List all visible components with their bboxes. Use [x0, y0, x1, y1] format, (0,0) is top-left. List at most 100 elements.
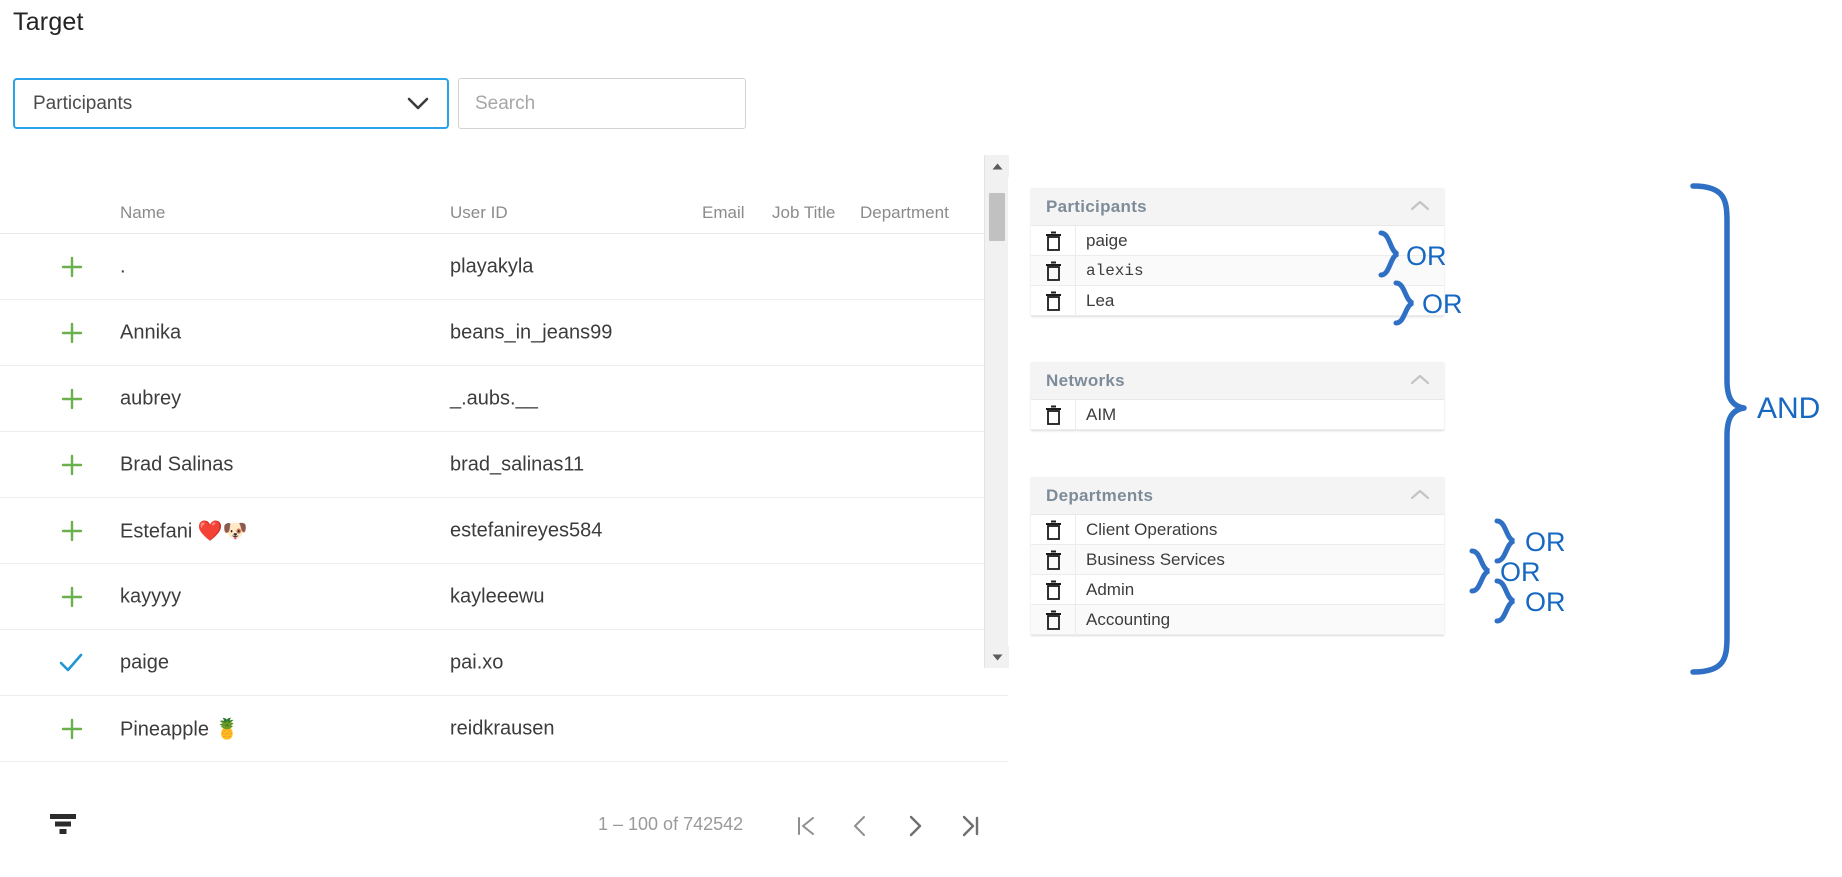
row-user-id: playakyla	[450, 255, 534, 277]
row-name: Pineapple 🍍	[120, 718, 240, 740]
row-name: kayyyy	[120, 585, 182, 607]
or-label: OR	[1500, 557, 1541, 587]
scroll-up-arrow-icon[interactable]	[985, 155, 1009, 177]
add-target-button[interactable]	[60, 387, 84, 411]
panel-title: Departments	[1046, 485, 1154, 505]
row-name: Estefani ❤️🐶	[120, 520, 248, 542]
filter-chip-label: AIM	[1075, 399, 1444, 430]
column-header-user-id[interactable]: User ID	[450, 203, 508, 223]
panel-header[interactable]: Participants	[1031, 188, 1444, 226]
entity-type-select-value: Participants	[33, 92, 133, 114]
trash-icon[interactable]	[1031, 405, 1075, 425]
entity-type-select[interactable]: Participants	[13, 78, 449, 129]
panel-title: Networks	[1046, 370, 1125, 390]
table-header-row: Name User ID Email Job Title Department	[0, 176, 1008, 234]
table-row[interactable]: Estefani ❤️🐶 estefanireyes584	[0, 498, 1008, 564]
or-label: OR	[1525, 527, 1566, 557]
chevron-up-icon[interactable]	[1410, 198, 1430, 216]
filter-chip-row[interactable]: paige	[1031, 225, 1444, 256]
filter-chip-row[interactable]: Business Services	[1031, 544, 1444, 575]
table-row-selected[interactable]: paige pai.xo	[0, 630, 1008, 696]
next-page-icon[interactable]	[895, 806, 935, 846]
add-target-button[interactable]	[60, 321, 84, 345]
row-user-id: kayleeewu	[450, 585, 545, 607]
scroll-down-arrow-icon[interactable]	[985, 646, 1009, 668]
filter-chip-label: Accounting	[1075, 604, 1444, 635]
row-user-id: beans_in_jeans99	[450, 321, 613, 343]
pagination-range-label: 1 – 100 of 742542	[598, 814, 744, 834]
row-name: paige	[120, 651, 169, 673]
add-target-button[interactable]	[60, 717, 84, 741]
and-label: AND	[1757, 392, 1821, 425]
panel-header[interactable]: Departments	[1031, 477, 1444, 515]
table-scrollbar[interactable]	[984, 155, 1009, 668]
results-table: Name User ID Email Job Title Department …	[0, 176, 1008, 762]
chevron-up-icon[interactable]	[1410, 487, 1430, 505]
table-row[interactable]: Pineapple 🍍 reidkrausen	[0, 696, 1008, 762]
table-row[interactable]: aubrey _.aubs.__	[0, 366, 1008, 432]
add-target-button[interactable]	[60, 585, 84, 609]
trash-icon[interactable]	[1031, 231, 1075, 251]
or-label: OR	[1525, 587, 1566, 617]
row-user-id: _.aubs.__	[450, 387, 538, 409]
column-header-email[interactable]: Email	[702, 203, 745, 223]
row-user-id: pai.xo	[450, 651, 504, 673]
add-target-button[interactable]	[60, 453, 84, 477]
trash-icon[interactable]	[1031, 550, 1075, 570]
row-name: Annika	[120, 321, 182, 343]
row-name: Brad Salinas	[120, 453, 234, 475]
filter-panel-networks: Networks AIM	[1031, 362, 1444, 430]
trash-icon[interactable]	[1031, 261, 1075, 281]
or-brace	[1469, 548, 1491, 594]
chevron-down-icon	[403, 97, 433, 111]
row-name: aubrey	[120, 387, 182, 409]
column-header-job-title[interactable]: Job Title	[772, 203, 835, 223]
row-user-id: estefanireyes584	[450, 519, 603, 541]
search-field-wrapper[interactable]	[458, 78, 746, 129]
filter-panel-departments: Departments Client Operations Business S…	[1031, 477, 1444, 635]
column-header-name[interactable]: Name	[120, 203, 165, 223]
row-user-id: brad_salinas11	[450, 453, 585, 475]
row-name: .	[120, 255, 126, 277]
target-selection-screen: Target Participants Name User ID Email J…	[0, 0, 1842, 877]
filter-chip-label: Business Services	[1075, 544, 1444, 575]
controls-row: Participants	[13, 78, 746, 129]
trash-icon[interactable]	[1031, 610, 1075, 630]
last-page-icon[interactable]	[950, 806, 990, 846]
filter-chip-label: alexis	[1075, 255, 1444, 286]
trash-icon[interactable]	[1031, 520, 1075, 540]
row-user-id: reidkrausen	[450, 717, 555, 739]
filter-chip-label: Client Operations	[1075, 514, 1444, 545]
trash-icon[interactable]	[1031, 580, 1075, 600]
table-row[interactable]: Annika beans_in_jeans99	[0, 300, 1008, 366]
or-brace	[1494, 518, 1516, 564]
table-row[interactable]: Brad Salinas brad_salinas11	[0, 432, 1008, 498]
filter-chip-label: Lea	[1075, 285, 1444, 316]
table-row[interactable]: kayyyy kayleeewu	[0, 564, 1008, 630]
add-target-button[interactable]	[60, 519, 84, 543]
filter-chip-row[interactable]: Accounting	[1031, 604, 1444, 635]
selected-check-icon[interactable]	[58, 650, 84, 676]
filter-chip-row[interactable]: AIM	[1031, 399, 1444, 430]
filter-chip-row[interactable]: Client Operations	[1031, 514, 1444, 545]
previous-page-icon[interactable]	[840, 806, 880, 846]
trash-icon[interactable]	[1031, 291, 1075, 311]
column-header-department[interactable]: Department	[860, 203, 949, 223]
table-body: . playakyla Annika beans_in_jeans99 aubr…	[0, 234, 1008, 762]
scrollbar-thumb[interactable]	[989, 193, 1005, 241]
filter-list-icon[interactable]	[48, 812, 78, 839]
chevron-up-icon[interactable]	[1410, 372, 1430, 390]
or-brace	[1494, 578, 1516, 624]
panel-header[interactable]: Networks	[1031, 362, 1444, 400]
table-footer: 1 – 100 of 742542	[0, 790, 1008, 860]
filter-chip-label: paige	[1075, 225, 1444, 256]
panel-title: Participants	[1046, 196, 1147, 216]
table-row[interactable]: . playakyla	[0, 234, 1008, 300]
page-title: Target	[13, 8, 84, 36]
add-target-button[interactable]	[60, 255, 84, 279]
filter-chip-row[interactable]: Lea	[1031, 285, 1444, 316]
filter-chip-row[interactable]: Admin	[1031, 574, 1444, 605]
search-input[interactable]	[459, 91, 745, 116]
filter-chip-row[interactable]: alexis	[1031, 255, 1444, 286]
first-page-icon[interactable]	[786, 806, 826, 846]
